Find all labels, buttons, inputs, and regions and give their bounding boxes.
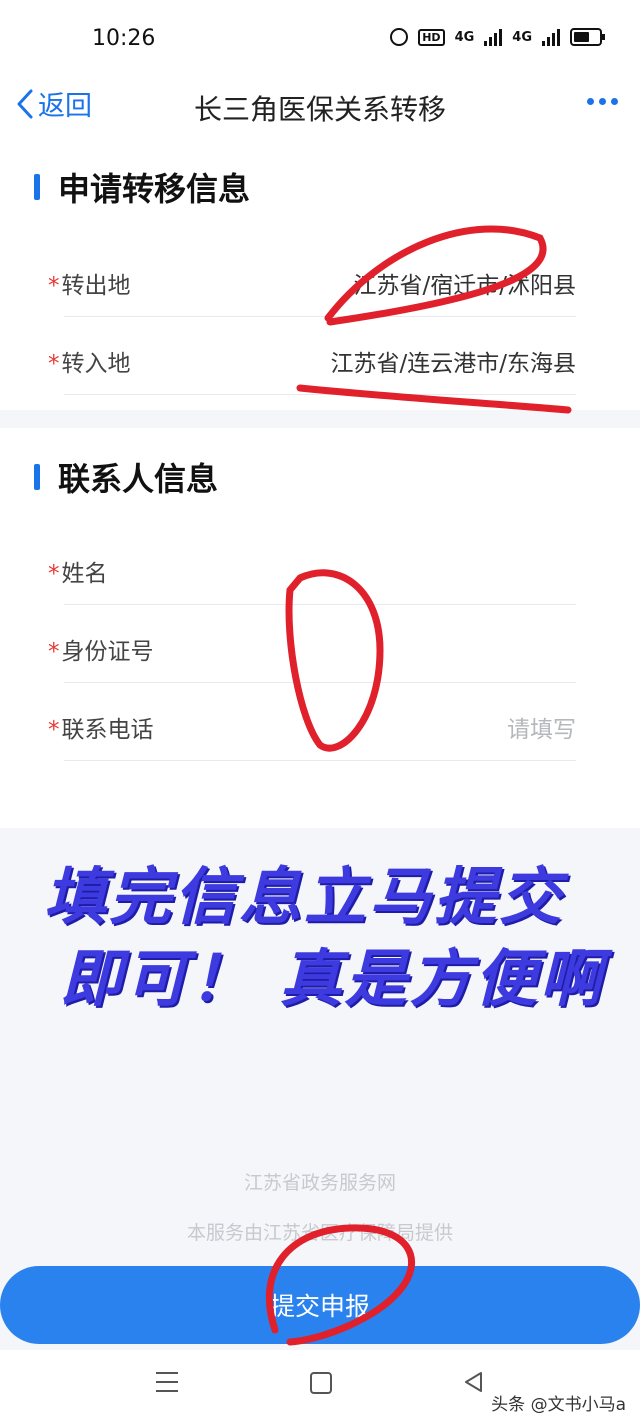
system-nav-bar: 头条 @文书小马a [0,1350,640,1422]
id-number-label: 身份证号 [61,639,154,665]
status-icons: HD 4G 4G [390,28,605,46]
phone-field-row[interactable]: *联系电话 请填写 [48,684,576,761]
network-type-1: 4G [454,29,475,45]
page-title: 长三角医保关系转移 [193,93,446,126]
transfer-out-label: 转出地 [61,273,131,299]
alarm-icon [390,28,409,46]
name-field-row[interactable]: *姓名 [48,528,576,605]
contact-info-section: 联系人信息 *姓名 *身份证号 *联系电话 请填写 [0,428,640,828]
network-type-2: 4G [512,29,532,45]
submit-button[interactable]: 提交申报 [0,1266,640,1344]
footer-provider: 本服务由江苏省医疗保障局提供 [186,1222,453,1244]
status-bar: 10:26 HD 4G 4G [0,0,640,78]
back-triangle-icon[interactable] [462,1370,484,1394]
hd-indicator: HD [418,28,445,46]
menu-icon[interactable] [156,1372,178,1399]
more-dot-icon [611,98,618,105]
signal-icon-2 [542,28,560,46]
more-dot-icon [587,98,594,105]
signal-icon-1 [484,28,503,46]
more-dot-icon [599,98,606,105]
battery-icon [570,28,605,46]
transfer-out-row[interactable]: *转出地 江苏省/宿迁市/沭阳县 [48,240,577,317]
home-icon[interactable] [310,1372,332,1394]
section-accent-bar [34,174,40,200]
transfer-in-row[interactable]: *转入地 江苏省/连云港市/东海县 [48,318,577,395]
overlay-caption-line1: 填完信息立马提交 [44,860,565,933]
transfer-section-title: 申请转移信息 [58,170,251,208]
required-mark: * [48,639,60,665]
transfer-section-heading: 申请转移信息 [34,164,250,210]
contact-section-title: 联系人信息 [58,460,219,498]
section-accent-bar [34,464,40,490]
phone-input[interactable]: 请填写 [507,710,576,744]
required-mark: * [48,273,60,299]
transfer-in-value: 江苏省/连云港市/东海县 [330,351,577,377]
transfer-in-label: 转入地 [61,351,131,377]
phone-label: 联系电话 [61,717,154,743]
overlay-caption-line2: 即可！ 真是方便啊 [60,942,605,1015]
id-number-field-row[interactable]: *身份证号 [48,606,576,683]
contact-section-heading: 联系人信息 [34,454,218,500]
required-mark: * [48,717,60,743]
name-label: 姓名 [61,561,108,587]
footer-site-name: 江苏省政务服务网 [243,1172,396,1194]
transfer-info-section: 申请转移信息 *转出地 江苏省/宿迁市/沭阳县 *转入地 江苏省/连云港市/东海… [0,134,640,410]
required-mark: * [48,351,60,377]
nav-bar: 返回 长三角医保关系转移 [0,78,640,134]
watermark: 头条 @文书小马a [491,1395,626,1415]
status-time: 10:26 [92,26,156,51]
required-mark: * [48,561,60,587]
more-menu-button[interactable] [587,98,618,105]
transfer-out-value: 江苏省/宿迁市/沭阳县 [353,273,577,299]
